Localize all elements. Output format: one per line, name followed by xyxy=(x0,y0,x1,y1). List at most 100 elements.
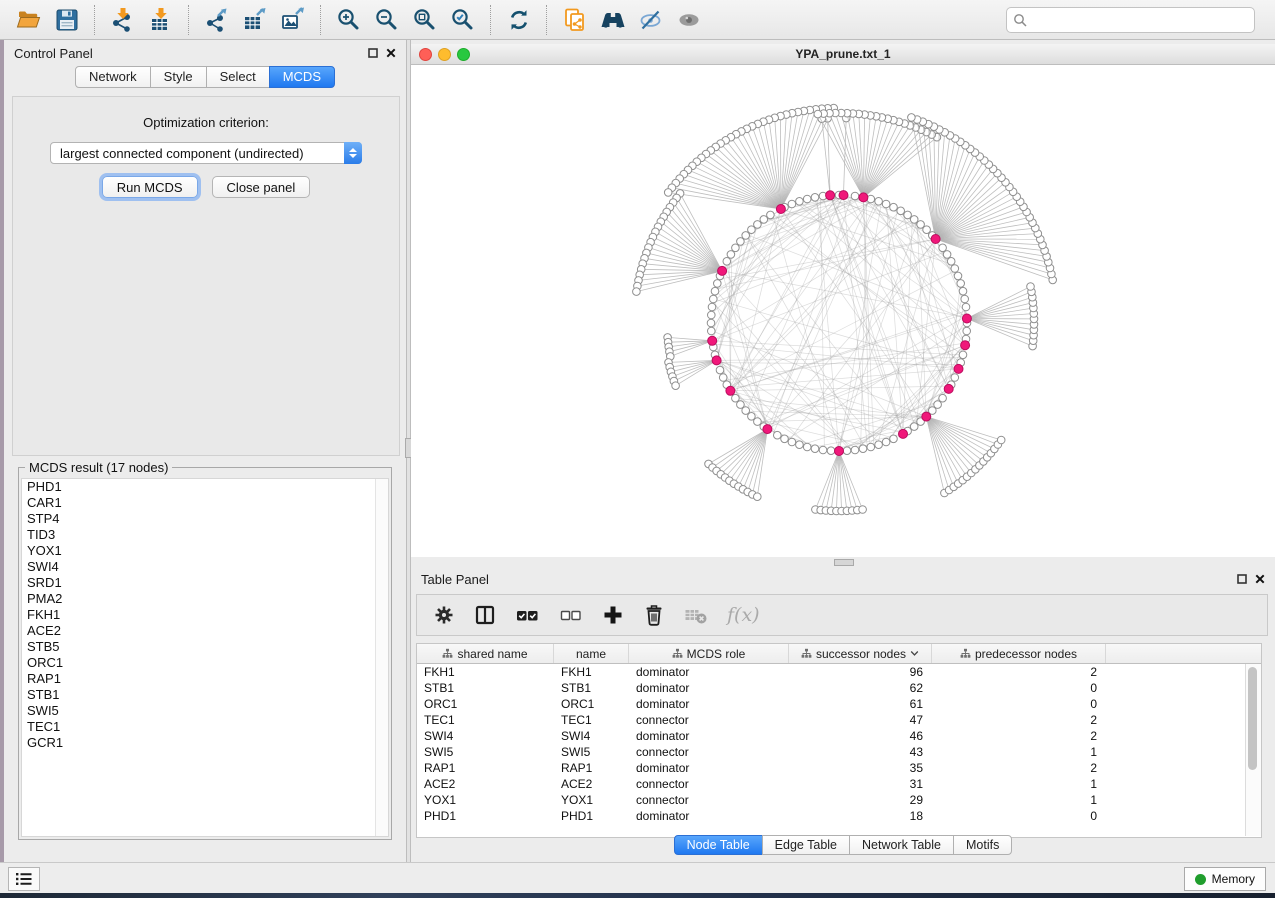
table-cell: connector xyxy=(629,745,789,759)
zoom-fit-button[interactable] xyxy=(406,4,444,36)
mcds-result-item[interactable]: ACE2 xyxy=(22,623,388,639)
column-header-shared-name[interactable]: shared name xyxy=(417,644,554,663)
mcds-result-item[interactable]: RAP1 xyxy=(22,671,388,687)
column-header-predecessor-nodes[interactable]: predecessor nodes xyxy=(932,644,1106,663)
close-panel-button-2[interactable]: Close panel xyxy=(212,176,311,198)
task-history-button[interactable] xyxy=(8,867,40,891)
table-row[interactable]: TEC1TEC1connector472 xyxy=(417,712,1261,728)
new-network-from-selection-button[interactable] xyxy=(556,4,594,36)
zoom-out-button[interactable] xyxy=(368,4,406,36)
memory-button[interactable]: Memory xyxy=(1184,867,1266,891)
close-table-panel-button[interactable] xyxy=(1255,574,1265,584)
toolbar-separator xyxy=(94,5,96,35)
table-cell: STB1 xyxy=(417,681,554,695)
float-icon xyxy=(368,48,378,58)
splitter-handle[interactable] xyxy=(834,559,854,566)
network-canvas[interactable] xyxy=(411,65,1275,557)
column-header-mcds-role[interactable]: MCDS role xyxy=(629,644,789,663)
table-cell: PHD1 xyxy=(554,809,629,823)
table-row[interactable]: FKH1FKH1dominator962 xyxy=(417,664,1261,680)
table-row[interactable]: ACE2ACE2connector311 xyxy=(417,776,1261,792)
select-all-rows-button[interactable] xyxy=(515,604,540,626)
add-column-button[interactable] xyxy=(602,604,624,626)
table-row[interactable]: YOX1YOX1connector291 xyxy=(417,792,1261,808)
table-cell: TEC1 xyxy=(554,713,629,727)
tab-mcds[interactable]: MCDS xyxy=(269,66,335,88)
tab-motifs[interactable]: Motifs xyxy=(953,835,1012,855)
mcds-result-list[interactable]: PHD1CAR1STP4TID3YOX1SWI4SRD1PMA2FKH1ACE2… xyxy=(21,478,389,837)
hide-selected-button[interactable] xyxy=(632,4,670,36)
zoom-in-button[interactable] xyxy=(330,4,368,36)
control-panel-title: Control Panel xyxy=(14,46,93,61)
deselect-all-icon xyxy=(559,604,583,626)
horizontal-splitter[interactable] xyxy=(411,557,1275,566)
tab-edge-table[interactable]: Edge Table xyxy=(762,835,850,855)
mcds-result-item[interactable]: CAR1 xyxy=(22,495,388,511)
delete-table-button[interactable] xyxy=(684,604,708,626)
mcds-result-item[interactable]: STP4 xyxy=(22,511,388,527)
zoom-selected-button[interactable] xyxy=(444,4,482,36)
criterion-dropdown[interactable]: largest connected component (undirected) xyxy=(50,142,362,164)
save-session-button[interactable] xyxy=(48,4,86,36)
column-header-name[interactable]: name xyxy=(554,644,629,663)
mcds-result-item[interactable]: STB1 xyxy=(22,687,388,703)
mcds-result-item[interactable]: STB5 xyxy=(22,639,388,655)
table-cell: 62 xyxy=(789,681,932,695)
scrollbar-thumb[interactable] xyxy=(1248,667,1257,770)
control-tab-bar: NetworkStyleSelectMCDS xyxy=(4,66,406,88)
search-input[interactable] xyxy=(1032,12,1248,28)
import-network-button[interactable] xyxy=(104,4,142,36)
mcds-result-item[interactable]: SRD1 xyxy=(22,575,388,591)
deselect-all-rows-button[interactable] xyxy=(559,604,583,626)
open-file-button[interactable] xyxy=(10,4,48,36)
function-builder-button[interactable]: f(x) xyxy=(727,604,760,626)
mcds-result-item[interactable]: ORC1 xyxy=(22,655,388,671)
table-row[interactable]: PHD1PHD1dominator180 xyxy=(417,808,1261,824)
mcds-result-item[interactable]: SWI4 xyxy=(22,559,388,575)
table-cell: 1 xyxy=(932,777,1106,791)
mcds-result-item[interactable]: PHD1 xyxy=(22,479,388,495)
column-header-successor-nodes[interactable]: successor nodes xyxy=(789,644,932,663)
table-cell: SWI4 xyxy=(417,729,554,743)
clone-network-icon xyxy=(562,7,588,33)
table-settings-button[interactable] xyxy=(433,604,455,626)
tab-node-table[interactable]: Node Table xyxy=(674,835,763,855)
mcds-result-item[interactable]: TID3 xyxy=(22,527,388,543)
mcds-list-scrollbar[interactable] xyxy=(375,479,388,836)
table-cell: ORC1 xyxy=(417,697,554,711)
show-all-button[interactable] xyxy=(670,4,708,36)
table-cell: connector xyxy=(629,713,789,727)
table-row[interactable]: RAP1RAP1dominator352 xyxy=(417,760,1261,776)
apply-layout-button[interactable] xyxy=(500,4,538,36)
tab-network-table[interactable]: Network Table xyxy=(849,835,954,855)
table-cell: 0 xyxy=(932,697,1106,711)
table-row[interactable]: STB1STB1dominator620 xyxy=(417,680,1261,696)
table-row[interactable]: ORC1ORC1dominator610 xyxy=(417,696,1261,712)
float-table-panel-button[interactable] xyxy=(1237,574,1247,584)
tab-select[interactable]: Select xyxy=(206,66,270,88)
table-row[interactable]: SWI5SWI5connector431 xyxy=(417,744,1261,760)
close-panel-button[interactable] xyxy=(386,48,396,58)
table-panel-header: Table Panel xyxy=(411,566,1275,592)
show-columns-button[interactable] xyxy=(474,604,496,626)
mcds-result-item[interactable]: SWI5 xyxy=(22,703,388,719)
mcds-result-item[interactable]: GCR1 xyxy=(22,735,388,751)
table-cell: SWI5 xyxy=(417,745,554,759)
table-cell: 35 xyxy=(789,761,932,775)
mcds-result-item[interactable]: PMA2 xyxy=(22,591,388,607)
mcds-result-item[interactable]: YOX1 xyxy=(22,543,388,559)
export-network-button[interactable] xyxy=(198,4,236,36)
mcds-result-item[interactable]: TEC1 xyxy=(22,719,388,735)
table-scrollbar[interactable] xyxy=(1245,664,1261,836)
tab-network[interactable]: Network xyxy=(75,66,151,88)
export-image-button[interactable] xyxy=(274,4,312,36)
mcds-result-item[interactable]: FKH1 xyxy=(22,607,388,623)
delete-column-button[interactable] xyxy=(643,603,665,627)
table-row[interactable]: SWI4SWI4dominator462 xyxy=(417,728,1261,744)
float-panel-button[interactable] xyxy=(368,48,378,58)
import-table-button[interactable] xyxy=(142,4,180,36)
run-mcds-button[interactable]: Run MCDS xyxy=(102,176,198,198)
tab-style[interactable]: Style xyxy=(150,66,207,88)
export-table-button[interactable] xyxy=(236,4,274,36)
first-neighbors-button[interactable] xyxy=(594,4,632,36)
